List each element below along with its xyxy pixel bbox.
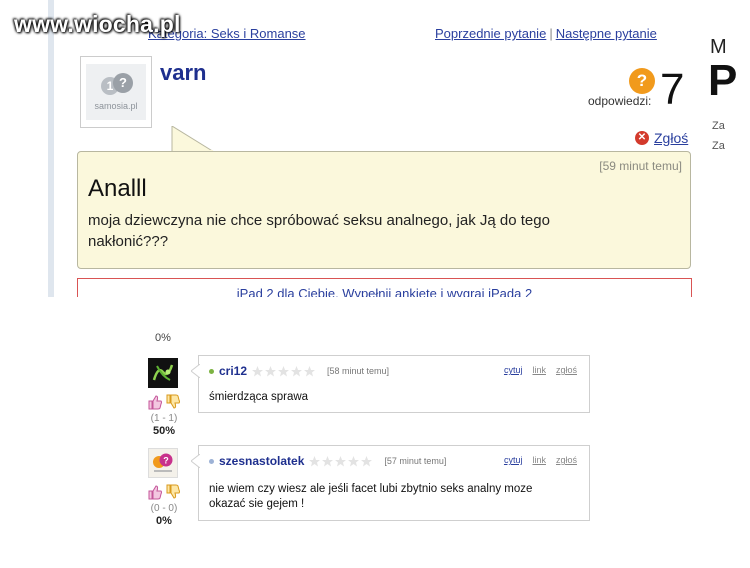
votes-percent: 0%: [156, 515, 172, 527]
quote-link[interactable]: cytuj: [504, 365, 523, 375]
comment-text: nie wiem czy wiesz ale jeśli facet lubi …: [209, 483, 533, 510]
rating-stars: [252, 365, 316, 377]
comment-tail: [191, 454, 200, 468]
thumbs-up-icon[interactable]: [147, 484, 163, 500]
question-bubble: [59 minut temu] Analll moja dziewczyna n…: [77, 151, 691, 269]
avatar-logo-text: samosia.pl: [94, 101, 138, 111]
comment-card: cri12 [58 minut temu] cytuj link zgłoś ś…: [191, 355, 590, 413]
thumbs-down-icon[interactable]: [165, 484, 181, 500]
votes-percent: 50%: [152, 425, 176, 437]
question-navigation: Poprzednie pytanie | Następne pytanie: [435, 26, 657, 41]
comment-tail: [191, 364, 200, 378]
author-avatar[interactable]: 1? samosia.pl: [80, 56, 152, 128]
green-figure-icon[interactable]: [148, 358, 178, 388]
report-link[interactable]: zgłoś: [556, 365, 577, 375]
question-panel: Kategoria: Seks i Romanse Poprzednie pyt…: [48, 0, 720, 297]
report-link[interactable]: zgłoś: [556, 455, 577, 465]
speech-bubbles-icon: 1?: [99, 73, 133, 99]
comment-votes: (1 - 1) 50%: [144, 394, 184, 437]
comment-text: śmierdząca sprawa: [209, 391, 309, 403]
answers-count: 7: [660, 65, 685, 114]
samosia-logo-icon: 1? samosia.pl: [86, 64, 146, 120]
sidebar-text-2: Za: [712, 140, 725, 152]
offline-status-icon: [209, 458, 214, 464]
permalink[interactable]: link: [532, 365, 546, 375]
svg-text:?: ?: [163, 456, 169, 466]
question-timestamp: [59 minut temu]: [599, 159, 682, 173]
samosia-logo-icon[interactable]: ?: [148, 448, 178, 478]
comment-timestamp: [58 minut temu]: [327, 366, 390, 376]
question-mark-icon: ?: [629, 68, 655, 94]
question-title: Analll: [88, 175, 147, 202]
comment-votes: (0 - 0) 0%: [144, 484, 184, 527]
comment-card: szesnastolatek [57 minut temu] cytuj lin…: [191, 445, 590, 521]
question-body: moja dziewczyna nie chce spróbować seksu…: [88, 212, 550, 250]
prev-question-link[interactable]: Poprzednie pytanie: [435, 26, 546, 41]
page-edge-left: [48, 0, 54, 297]
thumbs-up-icon[interactable]: [147, 394, 163, 410]
comments-panel: 0% (1 - 1) 50% cri12 [58 minut temu] cyt…: [140, 330, 610, 530]
ad-banner[interactable]: iPad 2 dla Ciebie. Wypełnij ankietę i wy…: [77, 278, 692, 297]
sidebar-fragment: M P Za Za: [706, 0, 750, 297]
answers-label: odpowiedzi:: [588, 94, 652, 108]
votes-range: (1 - 1): [150, 413, 178, 424]
sidebar-text-1: Za: [712, 120, 725, 132]
comment-header: szesnastolatek [57 minut temu]: [209, 454, 446, 468]
votes-range: (0 - 0): [150, 503, 178, 514]
next-question-link[interactable]: Następne pytanie: [556, 26, 657, 41]
ad-link[interactable]: iPad 2 dla Ciebie. Wypełnij ankietę i wy…: [78, 286, 691, 297]
comment-actions: cytuj link zgłoś: [504, 365, 577, 375]
bubble-tail: [171, 126, 216, 154]
thumbs-down-icon[interactable]: [165, 394, 181, 410]
rating-stars: [309, 455, 373, 467]
quote-link[interactable]: cytuj: [504, 455, 523, 465]
online-status-icon: [209, 368, 214, 374]
comment-actions: cytuj link zgłoś: [504, 455, 577, 465]
comment-author[interactable]: szesnastolatek: [219, 454, 304, 468]
sidebar-letter-p: P: [708, 56, 738, 105]
comment-author[interactable]: cri12: [219, 364, 247, 378]
previous-vote-percent: 0%: [155, 332, 171, 344]
nav-separator: |: [549, 26, 553, 41]
permalink[interactable]: link: [532, 455, 546, 465]
report-label: Zgłoś: [654, 130, 689, 146]
report-button[interactable]: ✕ Zgłoś: [635, 130, 688, 146]
watermark-logo: www.wiocha.pl: [14, 11, 181, 37]
comment-header: cri12 [58 minut temu]: [209, 364, 389, 378]
close-icon: ✕: [635, 131, 649, 145]
comment-timestamp: [57 minut temu]: [384, 456, 447, 466]
author-username[interactable]: varn: [160, 60, 206, 86]
